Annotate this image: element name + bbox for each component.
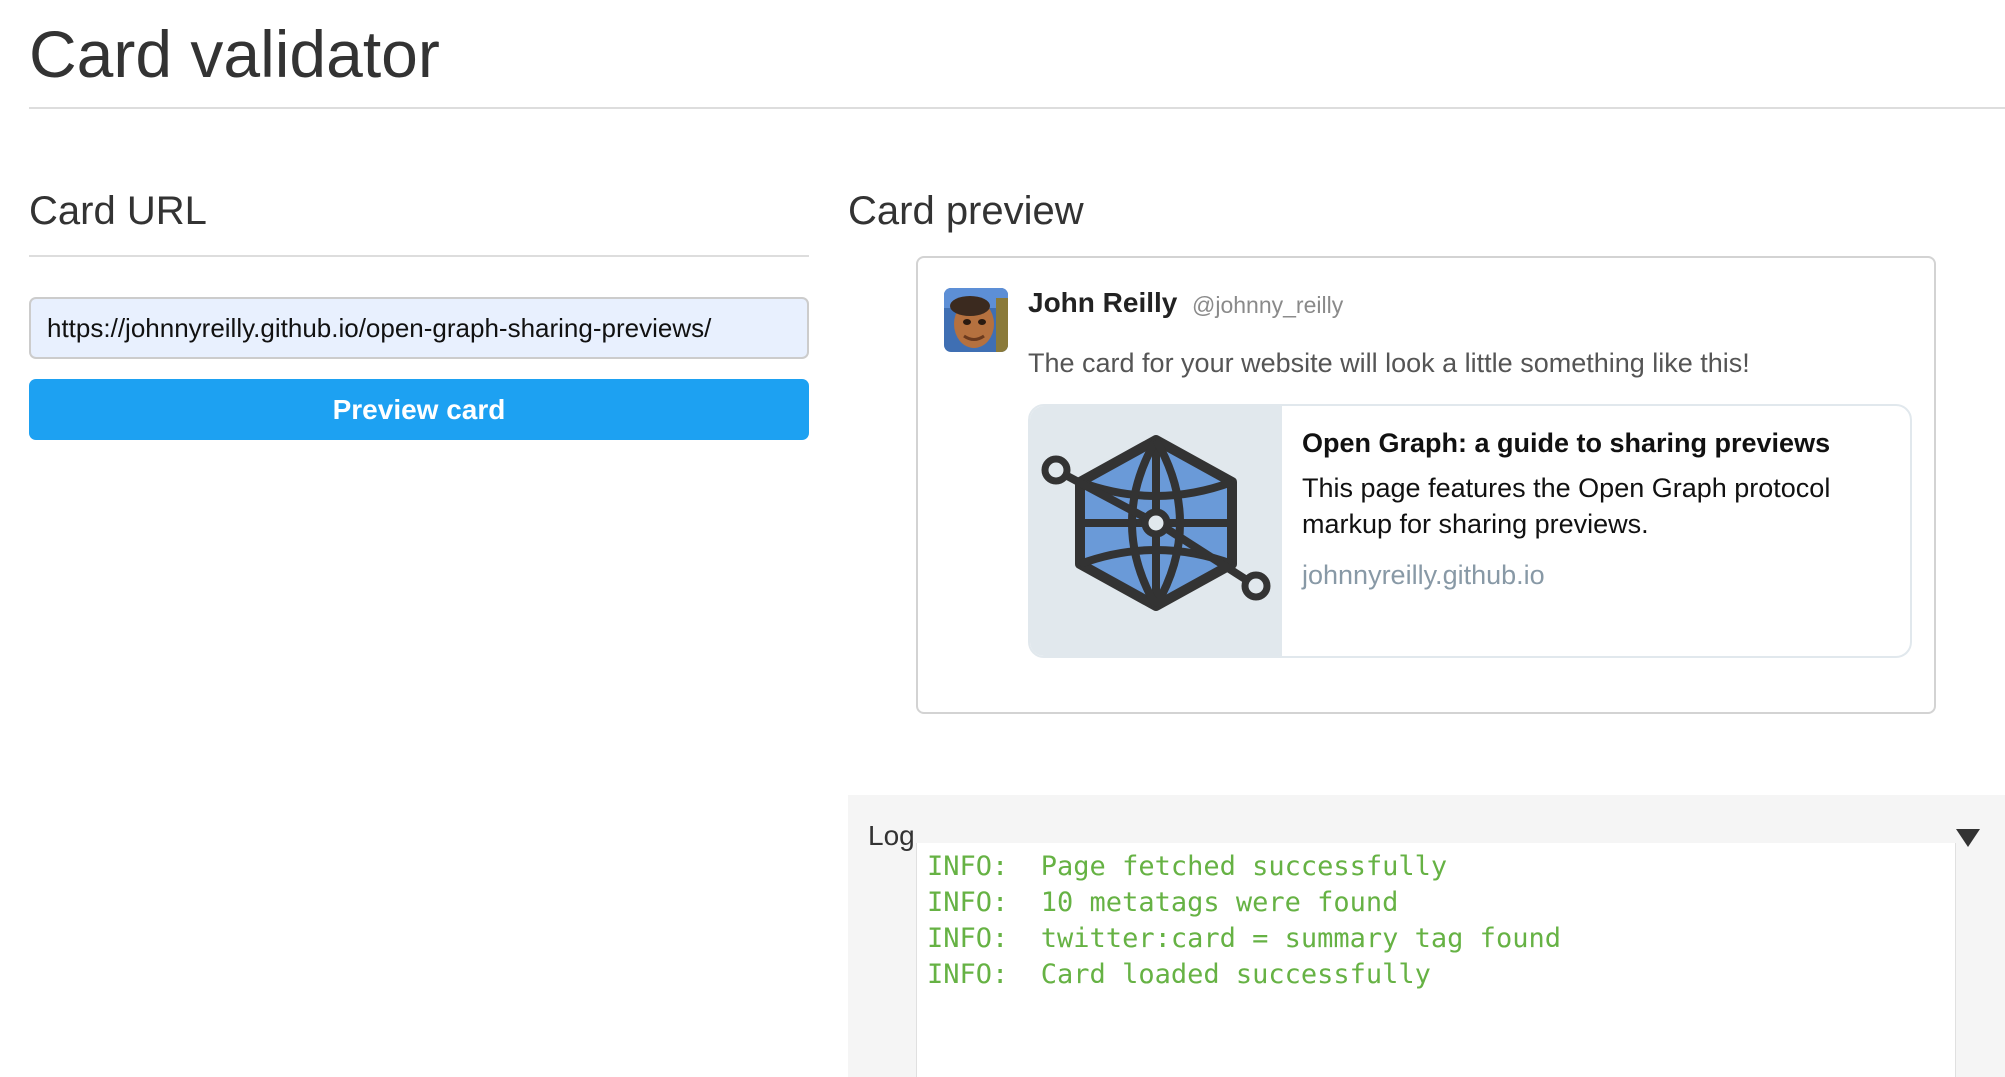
- tweet-preview: John Reilly @johnny_reilly The card for …: [916, 256, 1936, 714]
- open-graph-card[interactable]: Open Graph: a guide to sharing previews …: [1028, 404, 1912, 658]
- card-url-heading: Card URL: [29, 189, 207, 233]
- log-output: INFO: Page fetched successfully INFO: 10…: [916, 843, 1956, 1077]
- title-divider: [29, 107, 2005, 109]
- log-label: Log: [868, 820, 915, 851]
- tweet-text: The card for your website will look a li…: [1028, 348, 1750, 378]
- log-line: INFO: Card loaded successfully: [927, 959, 1431, 990]
- open-graph-globe-icon: [1030, 406, 1282, 656]
- page-title: Card validator: [29, 17, 440, 91]
- log-panel: Log INFO: Page fetched successfully INFO…: [848, 795, 2005, 1077]
- open-graph-card-title: Open Graph: a guide to sharing previews: [1302, 428, 1831, 458]
- author-handle: @johnny_reilly: [1192, 292, 1344, 318]
- log-line: INFO: 10 metatags were found: [927, 887, 1399, 918]
- user-avatar-icon: [944, 288, 1008, 352]
- author-name: John Reilly: [1028, 287, 1178, 318]
- log-line: INFO: twitter:card = summary tag found: [927, 923, 1561, 954]
- open-graph-card-description: This page features the Open Graph protoc…: [1302, 473, 1831, 539]
- card-url-divider: [29, 255, 809, 257]
- log-line: INFO: Page fetched successfully: [927, 851, 1448, 882]
- card-url-input[interactable]: [29, 297, 809, 359]
- preview-card-button[interactable]: Preview card: [29, 379, 809, 440]
- open-graph-card-domain: johnnyreilly.github.io: [1302, 560, 1545, 590]
- card-preview-heading: Card preview: [848, 189, 1084, 233]
- triangle-down-icon[interactable]: [1956, 829, 1980, 847]
